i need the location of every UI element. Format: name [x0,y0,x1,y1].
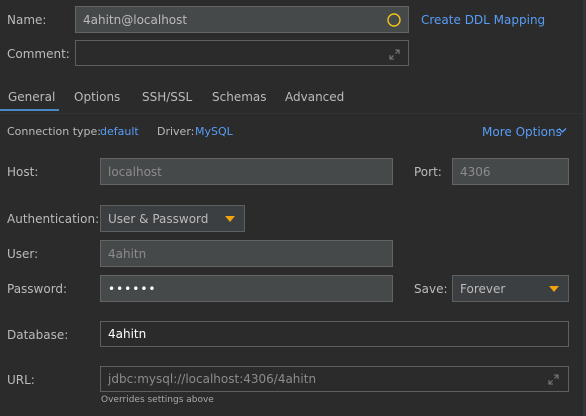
password-input[interactable]: •••••• [100,275,393,302]
name-field[interactable]: 4ahitn@localhost [75,6,409,33]
host-label: Host: [7,165,39,179]
expand-icon[interactable] [548,374,559,385]
database-value: 4ahitn [108,327,147,341]
expand-icon[interactable] [389,49,400,60]
dropdown-caret-icon [549,286,559,292]
port-input[interactable]: 4306 [452,158,569,185]
data-source-dialog: Name: 4ahitn@localhost Create DDL Mappin… [0,0,586,416]
database-input[interactable]: 4ahitn [100,321,569,347]
circle-status-icon[interactable] [387,13,401,27]
password-label: Password: [7,282,68,296]
password-value: •••••• [108,281,157,296]
authentication-value: User & Password [108,211,209,226]
tab-general[interactable]: General [8,89,55,105]
port-label: Port: [414,165,442,179]
user-value: 4ahitn [108,246,147,261]
comment-label: Comment: [7,47,70,61]
driver-label: Driver: [157,125,195,138]
url-hint: Overrides settings above [101,395,214,405]
url-value: jdbc:mysql://localhost:4306/4ahitn [108,372,317,386]
tab-schemas[interactable]: Schemas [212,89,267,105]
active-tab-indicator [0,109,59,111]
authentication-dropdown[interactable]: User & Password [100,205,245,232]
driver-value[interactable]: MySQL [195,124,233,140]
save-label: Save: [414,282,448,296]
connection-type-value[interactable]: default [100,124,139,140]
user-input[interactable]: 4ahitn [100,240,393,267]
comment-field[interactable] [75,40,409,66]
authentication-label: Authentication: [7,212,100,226]
tab-options[interactable]: Options [74,89,120,105]
host-value: localhost [108,164,162,179]
url-input[interactable]: jdbc:mysql://localhost:4306/4ahitn [100,366,569,392]
tab-ssh-ssl[interactable]: SSH/SSL [142,89,192,105]
save-dropdown[interactable]: Forever [452,275,569,302]
url-label: URL: [7,373,35,387]
user-label: User: [7,247,39,261]
port-value: 4306 [460,164,491,179]
connection-type-label: Connection type: [7,125,102,138]
host-input[interactable]: localhost [100,158,393,185]
tab-advanced[interactable]: Advanced [285,89,344,105]
chevron-down-icon[interactable] [558,127,567,134]
name-label: Name: [7,13,47,27]
name-value: 4ahitn@localhost [83,12,188,27]
dropdown-caret-icon [225,216,235,222]
save-value: Forever [460,281,506,296]
more-options-link[interactable]: More Options [482,124,562,140]
database-label: Database: [7,328,69,342]
create-ddl-mapping-link[interactable]: Create DDL Mapping [421,12,545,28]
tabs-divider [0,113,586,114]
